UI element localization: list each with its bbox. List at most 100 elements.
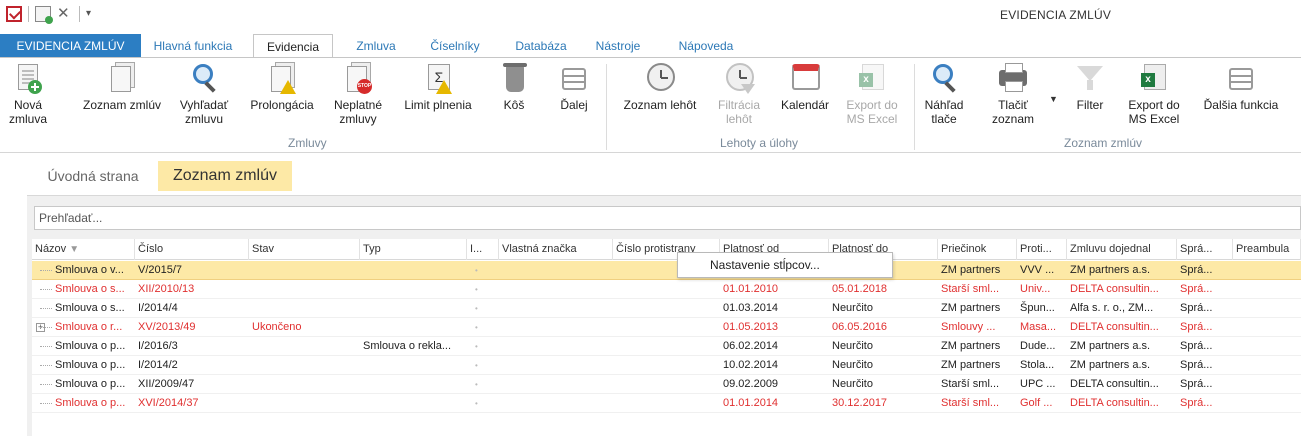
cell-dojednal: DELTA consultin... — [1070, 397, 1159, 409]
cell-od: 10.02.2014 — [723, 359, 779, 371]
app-menu-button[interactable]: EVIDENCIA ZMLÚV — [0, 34, 141, 58]
table-row[interactable]: + Smlouva o r... XV/2013/49 Ukončeno • 01.05.… — [32, 318, 1301, 337]
column-header-priecinok[interactable]: Priečinok — [938, 239, 1017, 260]
cell-priecinok: ZM partners — [941, 264, 1001, 276]
cell-od: 01.01.2010 — [723, 283, 779, 295]
column-header-protistrana[interactable]: Proti... — [1017, 239, 1067, 260]
table-row[interactable]: Smlouva o p... XVI/2014/37 • 01.01.2014 30.1… — [32, 394, 1301, 413]
cell-priecinok: Starší sml... — [941, 397, 1000, 409]
expand-icon[interactable]: + — [34, 318, 54, 337]
printer-icon — [997, 62, 1029, 94]
cell-priecinok: ZM partners — [941, 340, 1001, 352]
new-contract-button[interactable]: Nová zmluva — [6, 62, 50, 134]
column-header-nazov[interactable]: Názov ▼ — [32, 239, 135, 260]
cell-spravca: Sprá... — [1180, 359, 1213, 371]
column-header-stav[interactable]: Stav — [249, 239, 360, 260]
column-header-cislo[interactable]: Číslo — [135, 239, 249, 260]
cell-stav — [249, 356, 360, 375]
cell-cislo: I/2016/3 — [138, 340, 178, 352]
cell-dojednal: DELTA consultin... — [1070, 321, 1159, 333]
print-list-button[interactable]: Tlačiť zoznam — [986, 62, 1040, 134]
table-row[interactable]: Smlouva o s... XII/2010/13 • 01.01.2010 05.0… — [32, 280, 1301, 299]
cell-dojednal: Alfa s. r. o., ZM... — [1070, 302, 1154, 314]
more-button[interactable]: Ďalej — [552, 62, 596, 134]
cell-proti: Dude... — [1020, 340, 1056, 352]
cell-proti: Masa... — [1020, 321, 1057, 333]
column-header-zmluvu-dojednal[interactable]: Zmluvu dojednal — [1067, 239, 1177, 260]
cell-do: Neurčito — [832, 378, 873, 390]
table-row[interactable]: Smlouva o p... I/2016/3 Smlouva o rekla...… — [32, 337, 1301, 356]
contract-list-button[interactable]: Zoznam zmlúv — [76, 62, 168, 134]
search-contract-button[interactable]: Vyhľadať zmluvu — [174, 62, 234, 134]
cell-priecinok: ZM partners — [941, 359, 1001, 371]
cell-do: 06.05.2016 — [832, 321, 888, 333]
deadline-export-excel-button[interactable]: Export do MS Excel — [840, 62, 904, 134]
ribbon-tab-bar: EVIDENCIA ZMLÚV Hlavná funkcia Evidencia… — [0, 34, 1301, 59]
group-label-lehoty: Lehoty a úlohy — [720, 136, 799, 150]
list-export-excel-button[interactable]: Export do MS Excel — [1122, 62, 1186, 134]
tab-ciselniky[interactable]: Číselníky — [418, 34, 492, 58]
tab-databaza[interactable]: Databáza — [504, 34, 578, 58]
filter-button[interactable]: Filter — [1068, 62, 1112, 134]
deadline-filter-button[interactable]: Filtrácia lehôt — [712, 62, 766, 134]
more-lines-icon — [1225, 62, 1257, 94]
cell-od: 01.03.2014 — [723, 302, 779, 314]
tab-hlavna-funkcia[interactable]: Hlavná funkcia — [141, 34, 245, 58]
tab-nastroje[interactable]: Nástroje — [586, 34, 650, 58]
invalid-contracts-button[interactable]: STOP Neplatné zmluvy — [326, 62, 390, 134]
cell-i: • — [475, 380, 478, 389]
print-dropdown-icon[interactable]: ▼ — [1049, 94, 1058, 104]
quick-access-toolbar: ✕ ▾ — [6, 6, 102, 24]
table-row[interactable]: Smlouva o p... XII/2009/47 • 09.02.2009 Neur… — [32, 375, 1301, 394]
more-functions-button[interactable]: Ďalšia funkcia — [1196, 62, 1286, 134]
tab-zmluva[interactable]: Zmluva — [343, 34, 409, 58]
column-header-i[interactable]: I... — [467, 239, 499, 260]
customize-toolbar-icon[interactable]: ▾ — [86, 6, 102, 22]
cell-spravca: Sprá... — [1180, 302, 1213, 314]
button-label: Kôš — [503, 98, 525, 112]
column-header-spravca[interactable]: Sprá... — [1177, 239, 1233, 260]
table-row[interactable]: Smlouva o p... I/2014/2 • 10.02.2014 Neurčit… — [32, 356, 1301, 375]
button-label: Nová zmluva — [8, 98, 47, 126]
tools-icon[interactable]: ✕ — [57, 6, 73, 22]
button-label: Export do MS Excel — [846, 98, 898, 126]
new-document-icon[interactable] — [35, 6, 53, 24]
cell-dojednal: ZM partners a.s. — [1070, 264, 1151, 276]
tab-napoveda[interactable]: Nápoveda — [666, 34, 746, 58]
column-header-vlastna-znacka[interactable]: Vlastná značka — [499, 239, 613, 260]
new-document-icon — [12, 62, 44, 94]
cell-do: 30.12.2017 — [832, 397, 888, 409]
group-divider — [914, 64, 915, 150]
table-row[interactable]: Smlouva o v... V/2015/7 • ZM partners VVV ..… — [32, 261, 1301, 280]
tab-evidencia[interactable]: Evidencia — [253, 34, 333, 59]
calendar-button[interactable]: Kalendár — [774, 62, 836, 134]
column-header-preambula[interactable]: Preambula — [1233, 239, 1301, 260]
cell-proti: Stola... — [1020, 359, 1055, 371]
trash-button[interactable]: Kôš — [496, 62, 532, 134]
cell-dojednal: ZM partners a.s. — [1070, 359, 1151, 371]
print-preview-button[interactable]: Náhľad tlače — [922, 62, 966, 134]
tree-line — [34, 356, 54, 375]
cell-proti: Golf ... — [1020, 397, 1053, 409]
table-row[interactable]: Smlouva o s... I/2014/4 • 01.03.2014 Neurčit… — [32, 299, 1301, 318]
column-header-typ[interactable]: Typ — [360, 239, 467, 260]
fulfillment-limit-button[interactable]: Σ Limit plnenia — [396, 62, 480, 134]
prolongation-button[interactable]: Prolongácia — [244, 62, 320, 134]
cell-stav — [249, 375, 360, 394]
search-input[interactable]: Prehľadať... — [34, 206, 1301, 230]
button-label: Ďalej — [560, 98, 588, 112]
cell-do: 05.01.2018 — [832, 283, 888, 295]
print-preview-icon — [928, 62, 960, 94]
ribbon: Nová zmluva Zoznam zmlúv Vyhľadať zmluvu… — [0, 57, 1301, 153]
doc-tab-zoznam-zmluv[interactable]: Zoznam zmlúv — [158, 161, 292, 191]
sort-icon[interactable]: ▼ — [69, 244, 79, 255]
cell-spravca: Sprá... — [1180, 321, 1213, 333]
deadline-list-button[interactable]: Zoznam lehôt — [616, 62, 704, 134]
button-label: Tlačiť zoznam — [991, 98, 1035, 126]
context-menu-item-column-settings[interactable]: Nastavenie stĺpcov... — [710, 258, 820, 272]
cell-stav: Ukončeno — [252, 321, 302, 333]
tree-line — [34, 337, 54, 356]
cell-dojednal: ZM partners a.s. — [1070, 340, 1151, 352]
doc-tab-uvodna-strana[interactable]: Úvodná strana — [30, 161, 156, 191]
cell-i: • — [475, 399, 478, 408]
